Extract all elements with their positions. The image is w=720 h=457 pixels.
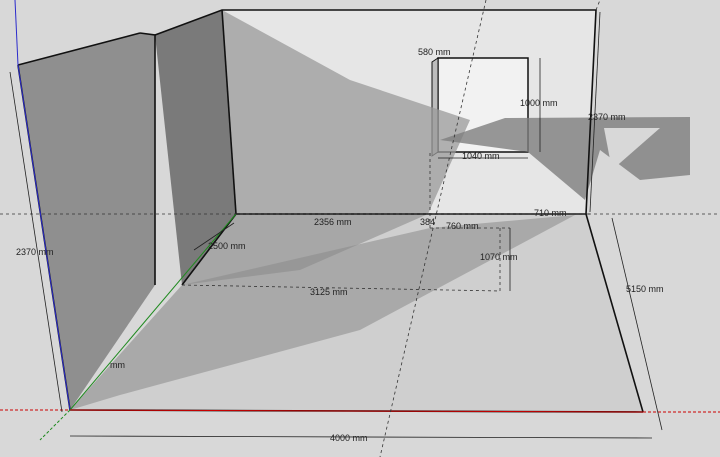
- dim-floor-rect-width: 760 mm: [446, 221, 479, 231]
- 3d-model-viewport[interactable]: 2370 mm 2370 mm 580 mm 1000 mm 1040 mm 7…: [0, 0, 720, 457]
- dim-window-offset: 580 mm: [418, 47, 451, 57]
- dim-window-height: 1000 mm: [520, 98, 558, 108]
- dim-floor-back-small: 384: [420, 217, 435, 227]
- dim-left-wall-height: 2370 mm: [16, 247, 54, 257]
- scene-canvas[interactable]: 2370 mm 2370 mm 580 mm 1000 mm 1040 mm 7…: [0, 0, 720, 457]
- dim-floor-left-depth: 2500 mm: [208, 241, 246, 251]
- dim-floor-rect-depth: 1070 mm: [480, 252, 518, 262]
- dim-floor-width: 4000 mm: [330, 433, 368, 443]
- dim-window-width: 1040 mm: [462, 151, 500, 161]
- dim-axis-label: mm: [110, 360, 125, 370]
- dim-back-wall-height: 2370 mm: [588, 112, 626, 122]
- dim-floor-rect-length: 3125 mm: [310, 287, 348, 297]
- dim-floor-depth: 5150 mm: [626, 284, 664, 294]
- dim-right-offset: 710 mm: [534, 208, 567, 218]
- dim-floor-back: 2356 mm: [314, 217, 352, 227]
